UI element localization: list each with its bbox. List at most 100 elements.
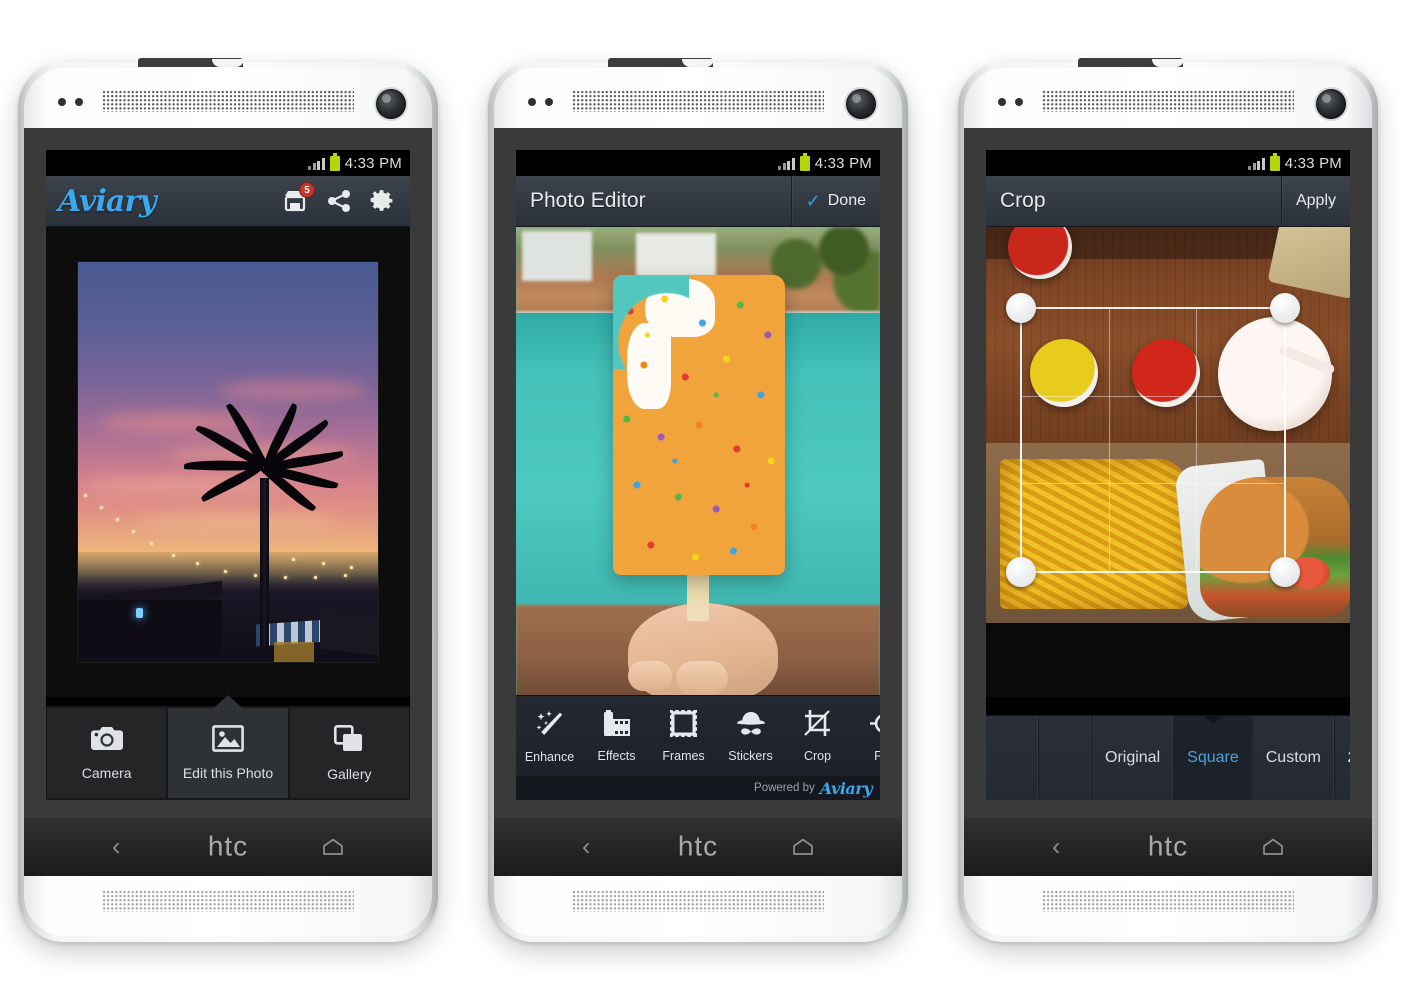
shop-badge-count: 5 bbox=[299, 182, 315, 198]
ratio-option-blank[interactable] bbox=[986, 716, 1039, 800]
screen-frame-3: 4:33 PM Crop Apply Original Square Custo… bbox=[964, 128, 1372, 818]
home-icon[interactable] bbox=[322, 838, 344, 856]
tool-stickers[interactable]: Stickers bbox=[717, 696, 784, 776]
photo-preview-2[interactable] bbox=[516, 227, 880, 697]
battery-full-icon bbox=[1269, 153, 1280, 171]
chevron-left-icon[interactable]: ‹ bbox=[112, 834, 120, 860]
photo-preview-3[interactable] bbox=[986, 227, 1350, 697]
edit-this-photo-label: Edit this Photo bbox=[182, 765, 274, 781]
front-camera-icon bbox=[846, 89, 876, 119]
aspect-ratio-strip[interactable]: Original Square Custom 2:3 3: bbox=[986, 715, 1350, 800]
app-bar-2: Photo Editor ✓ Done bbox=[516, 176, 880, 227]
speaker-grille-bottom bbox=[102, 890, 354, 912]
supply-shop-icon[interactable]: 5 bbox=[282, 182, 315, 213]
share-icon[interactable] bbox=[326, 189, 352, 213]
android-nav-bar-1: ‹ htc bbox=[24, 818, 432, 876]
mustache-hat-icon bbox=[735, 710, 767, 743]
signal-bars-icon bbox=[1248, 157, 1265, 170]
battery-full-icon bbox=[329, 153, 340, 171]
gallery-stack-icon bbox=[334, 724, 364, 758]
top-bezel-3 bbox=[964, 68, 1372, 128]
phone-device-3: 4:33 PM Crop Apply Original Square Custo… bbox=[958, 58, 1378, 942]
bottom-action-bar-1: Camera Edit this Photo Gallery bbox=[46, 695, 410, 800]
finger bbox=[628, 661, 672, 691]
done-label: Done bbox=[827, 192, 866, 209]
earpiece-grille bbox=[1042, 90, 1294, 112]
ratio-option-original[interactable]: Original bbox=[1092, 716, 1175, 800]
htc-brand-logo: htc bbox=[677, 830, 719, 862]
home-icon[interactable] bbox=[1262, 838, 1284, 856]
app-bar-actions: 5 bbox=[282, 182, 410, 214]
proximity-sensor-icon bbox=[528, 98, 553, 106]
gear-icon[interactable] bbox=[370, 188, 396, 214]
bottom-bezel-2 bbox=[494, 876, 902, 936]
crop-gridline bbox=[1022, 396, 1284, 398]
status-time: 4:33 PM bbox=[814, 154, 872, 172]
status-time: 4:33 PM bbox=[344, 154, 402, 172]
bottom-bezel-3 bbox=[964, 876, 1372, 936]
page-title: Photo Editor bbox=[530, 189, 646, 212]
tool-crop[interactable]: Crop bbox=[784, 696, 851, 776]
apply-button[interactable]: Apply bbox=[1280, 176, 1350, 226]
crop-selection-rect[interactable] bbox=[1006, 293, 1300, 587]
crop-gridline bbox=[1022, 483, 1284, 485]
phone-body-3: 4:33 PM Crop Apply Original Square Custo… bbox=[964, 68, 1372, 936]
chevron-left-icon[interactable]: ‹ bbox=[582, 834, 590, 860]
phone-body-1: 4:33 PM Aviary 5 Camera Edit this Photo … bbox=[24, 68, 432, 936]
ratio-option-blank[interactable] bbox=[1039, 716, 1092, 800]
crop-gridline bbox=[1109, 309, 1111, 571]
screen-3: 4:33 PM Crop Apply Original Square Custo… bbox=[986, 150, 1350, 800]
letterbox-bottom bbox=[986, 625, 1350, 697]
done-button[interactable]: ✓ Done bbox=[790, 176, 880, 226]
status-bar-1: 4:33 PM bbox=[46, 150, 410, 176]
background-building bbox=[636, 233, 716, 277]
tool-enhance[interactable]: Enhance bbox=[516, 696, 583, 776]
tool-frames[interactable]: Frames bbox=[650, 696, 717, 776]
tool-focus[interactable]: Foc bbox=[851, 696, 880, 776]
crop-handle-top-right[interactable] bbox=[1270, 293, 1300, 323]
gallery-button[interactable]: Gallery bbox=[289, 708, 409, 798]
ratio-option-2-3[interactable]: 2:3 bbox=[1335, 716, 1350, 800]
screen-frame-1: 4:33 PM Aviary 5 Camera Edit this Photo … bbox=[24, 128, 432, 818]
phone-device-2: 4:33 PM Photo Editor ✓ Done Enhance Effe… bbox=[488, 58, 908, 942]
finger bbox=[676, 661, 728, 695]
tool-label: Frames bbox=[662, 749, 705, 763]
screenshot-stage: 4:33 PM Aviary 5 Camera Edit this Photo … bbox=[0, 0, 1424, 999]
apply-label: Apply bbox=[1295, 192, 1336, 209]
status-time: 4:33 PM bbox=[1284, 154, 1342, 172]
earpiece-grille bbox=[102, 90, 354, 112]
chevron-left-icon[interactable]: ‹ bbox=[1052, 834, 1060, 860]
app-bar-1: Aviary 5 bbox=[46, 176, 410, 227]
edit-this-photo-button[interactable]: Edit this Photo bbox=[168, 695, 288, 798]
active-tab-caret bbox=[213, 695, 242, 708]
aviary-logo: Aviary bbox=[819, 778, 873, 798]
speaker-grille-bottom bbox=[572, 890, 824, 912]
powered-by-label: Powered by bbox=[754, 782, 815, 794]
tool-label: Enhance bbox=[524, 749, 575, 764]
front-camera-icon bbox=[376, 89, 406, 119]
aviary-logo: Aviary bbox=[58, 183, 157, 219]
home-icon[interactable] bbox=[792, 838, 814, 856]
screen-2: 4:33 PM Photo Editor ✓ Done Enhance Effe… bbox=[516, 150, 880, 800]
editor-tool-strip[interactable]: Enhance Effects Frames Stickers Crop bbox=[516, 695, 880, 776]
camera-button[interactable]: Camera bbox=[47, 708, 167, 798]
ratio-option-custom[interactable]: Custom bbox=[1253, 716, 1335, 800]
crop-handle-bottom-right[interactable] bbox=[1270, 557, 1300, 587]
film-roll-icon bbox=[602, 709, 632, 743]
tool-label: Effects bbox=[597, 748, 636, 763]
crop-handle-top-left[interactable] bbox=[1006, 293, 1036, 323]
crop-handle-bottom-left[interactable] bbox=[1006, 557, 1036, 587]
camera-icon bbox=[90, 725, 124, 757]
popsicle-pool-photo bbox=[516, 227, 880, 697]
powered-by-bar: Powered by Aviary bbox=[516, 776, 880, 800]
gallery-label: Gallery bbox=[327, 765, 372, 782]
photo-preview-1[interactable] bbox=[46, 227, 410, 697]
tool-effects[interactable]: Effects bbox=[583, 696, 650, 776]
battery-full-icon bbox=[799, 153, 810, 171]
top-notch bbox=[1152, 59, 1184, 67]
selected-caret bbox=[1203, 716, 1222, 724]
ratio-option-square[interactable]: Square bbox=[1174, 716, 1253, 800]
phone-body-2: 4:33 PM Photo Editor ✓ Done Enhance Effe… bbox=[494, 68, 902, 936]
tool-label: Stickers bbox=[728, 748, 773, 763]
camera-label: Camera bbox=[81, 765, 132, 781]
